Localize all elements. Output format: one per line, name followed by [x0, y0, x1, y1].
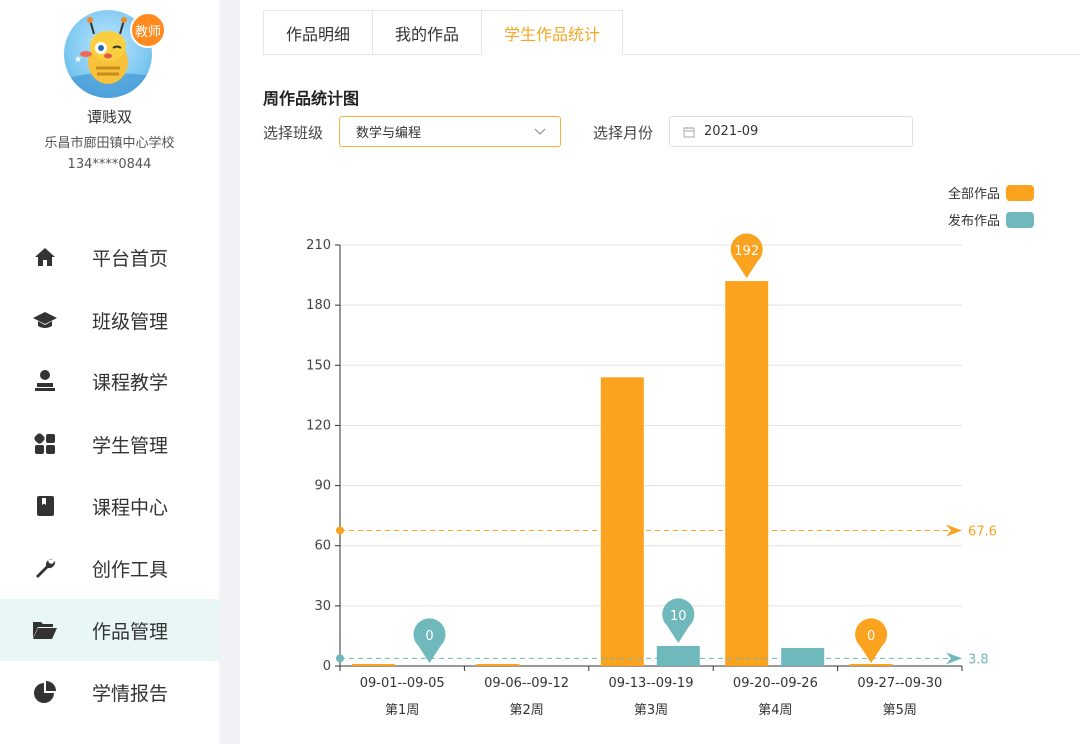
x-subcategory-label: 第1周: [385, 703, 419, 718]
sidebar-item-label: 学生管理: [92, 434, 169, 457]
class-select-value: 数学与编程: [356, 126, 422, 141]
markpoint-label: 192: [734, 244, 759, 259]
sidebar-item-label: 学情报告: [92, 682, 169, 705]
bar-all-works: [352, 664, 395, 666]
sidebar-item-label: 班级管理: [92, 310, 169, 333]
sidebar-item-course-teaching[interactable]: 课程教学: [0, 350, 219, 412]
teacher-badge: 教师: [130, 12, 166, 48]
sidebar-item-label: 课程中心: [92, 496, 169, 519]
x-subcategory-label: 第5周: [883, 703, 917, 718]
sidebar-item-class-management[interactable]: 班级管理: [0, 289, 219, 351]
sidebar-item-course-center[interactable]: 课程中心: [0, 475, 219, 537]
markline-start-dot: [336, 526, 344, 535]
legend-swatch-all: [1006, 184, 1034, 201]
tab-bar: 作品明细 我的作品 学生作品统计: [263, 10, 624, 55]
markpoint-label: 0: [867, 629, 875, 644]
graduation-cap-icon: [32, 307, 58, 333]
x-tick-label: 09-13--09-19: [609, 676, 694, 691]
sidebar-item-label: 作品管理: [92, 620, 169, 643]
markpoint-pin: [730, 233, 763, 279]
bar-published-works: [656, 645, 700, 666]
markpoint-pin: [413, 618, 446, 663]
class-filter-label: 选择班级: [263, 124, 324, 142]
folder-open-icon: [32, 617, 58, 643]
sidebar-item-student-management[interactable]: 学生管理: [0, 413, 219, 475]
sidebar-item-label: 平台首页: [92, 247, 169, 270]
tab-student-works-stats[interactable]: 学生作品统计: [481, 10, 624, 55]
user-phone: 134****0844: [67, 157, 152, 172]
markline-arrow: [946, 652, 962, 665]
month-picker[interactable]: 2021-09: [669, 116, 913, 147]
user-avatar-wrap: ★ 教师: [64, 10, 166, 98]
month-filter-label: 选择月份: [593, 124, 654, 142]
class-select[interactable]: 数学与编程: [339, 116, 561, 147]
x-tick-label: 09-01--09-05: [360, 676, 445, 691]
user-name: 谭贱双: [86, 108, 132, 126]
y-tick-label: 180: [306, 298, 331, 313]
tab-works-detail[interactable]: 作品明细: [263, 10, 373, 55]
x-subcategory-label: 第2周: [509, 703, 543, 718]
legend-label: 全部作品: [947, 187, 1000, 202]
bar-all-works: [725, 281, 769, 666]
x-subcategory-label: 第4周: [758, 703, 792, 718]
teacher-icon: [32, 368, 58, 394]
y-tick-label: 210: [306, 238, 331, 253]
x-tick-label: 09-27--09-30: [857, 676, 942, 691]
month-picker-value: 2021-09: [704, 124, 759, 139]
markpoint-label: 0: [425, 629, 433, 644]
sidebar-item-works-management[interactable]: 作品管理: [0, 599, 219, 661]
x-tick-label: 09-06--09-12: [484, 676, 569, 691]
markline-start-dot: [336, 654, 344, 663]
markline-arrow: [946, 524, 962, 537]
markline-label: 67.6: [968, 524, 997, 539]
chart-section-title: 周作品统计图: [263, 89, 360, 108]
book-icon: [32, 493, 58, 519]
weekly-works-bar-chart: 0 30 60 90 120 150 180 210 09-01--09-05 第1周 09-06-…: [306, 233, 997, 718]
user-school: 乐昌市廊田镇中心学校: [44, 136, 175, 151]
legend-item-published-works[interactable]: 发布作品: [948, 210, 1034, 229]
markpoint-pin: [662, 598, 695, 643]
bar-all-works: [476, 664, 520, 666]
grid-icon: [32, 431, 58, 457]
x-tick-label: 09-20--09-26: [733, 676, 818, 691]
sidebar-item-creation-tools[interactable]: 创作工具: [0, 537, 219, 599]
sidebar: ★ 教师 谭贱双 乐昌市廊田镇中心学校 134****0844 平台首页 班级管…: [0, 0, 219, 744]
sidebar-item-label: 创作工具: [92, 558, 169, 581]
bar-all-works: [600, 377, 644, 666]
sidebar-item-label: 课程教学: [92, 371, 169, 394]
legend-swatch-published: [1006, 211, 1034, 228]
wrench-icon: [32, 555, 58, 581]
svg-text:★: ★: [74, 55, 82, 65]
markpoint-label: 10: [670, 609, 687, 624]
markline-label: 3.8: [968, 652, 989, 667]
sidebar-item-home[interactable]: 平台首页: [0, 226, 219, 288]
bar-all-works: [849, 664, 893, 666]
calendar-icon: [683, 126, 695, 142]
chevron-down-icon: [534, 125, 546, 141]
y-tick-label: 90: [314, 479, 331, 494]
legend-item-all-works[interactable]: 全部作品: [948, 183, 1034, 202]
markpoint-pin: [855, 618, 888, 663]
bar-published-works: [781, 647, 825, 666]
main-panel: 作品明细 我的作品 学生作品统计 周作品统计图 选择班级 数学与编程 选择月份 …: [240, 0, 1080, 744]
home-icon: [32, 244, 58, 270]
x-subcategory-label: 第3周: [634, 703, 668, 718]
y-tick-label: 150: [306, 358, 331, 373]
y-tick-label: 120: [306, 418, 331, 433]
legend-label: 发布作品: [947, 214, 1000, 229]
sidebar-item-learning-report[interactable]: 学情报告: [0, 661, 219, 723]
y-tick-label: 60: [314, 539, 331, 554]
y-tick-label: 30: [314, 599, 331, 614]
pie-chart-icon: [32, 679, 58, 705]
tab-my-works[interactable]: 我的作品: [372, 10, 482, 55]
y-tick-label: 0: [323, 659, 331, 674]
